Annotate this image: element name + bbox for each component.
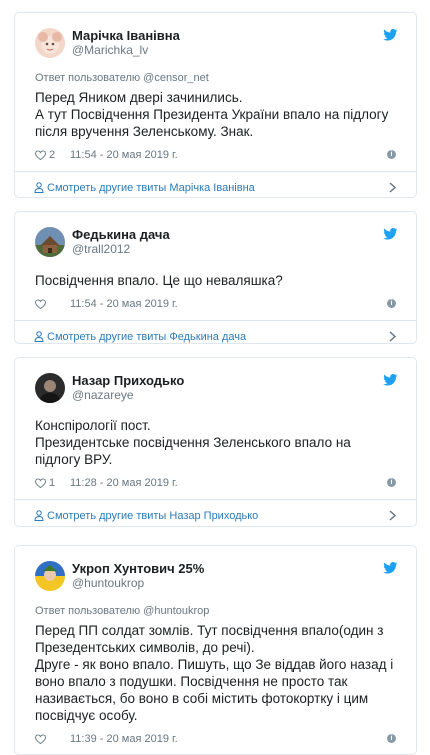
tweet-header: Назар Приходько @nazareye bbox=[35, 368, 396, 408]
like-count: 2 bbox=[49, 149, 56, 161]
twitter-bird-icon[interactable] bbox=[383, 228, 398, 240]
avatar[interactable] bbox=[35, 561, 65, 591]
tweet-header: Федькина дача @trall2012 bbox=[35, 222, 396, 262]
reply-context[interactable]: Ответ пользователю @censor_net bbox=[35, 71, 396, 85]
chevron-right-icon[interactable] bbox=[389, 182, 396, 193]
author-name[interactable]: Укроп Хунтович 25% bbox=[72, 561, 204, 576]
tweet-line: Посвідчення впало. Це що неваляшка? bbox=[35, 273, 283, 288]
more-tweets-label[interactable]: Смотреть другие твиты Марічка Іванівна bbox=[47, 182, 255, 194]
author-handle[interactable]: @huntoukrop bbox=[72, 576, 204, 591]
tweet-text: Посвідчення впало. Це що неваляшка? bbox=[35, 272, 396, 289]
tweet-text: Перед Яником двері зачинились. А тут Пос… bbox=[35, 89, 396, 140]
tweet-line: Президентське посвідчення Зеленського вп… bbox=[35, 435, 351, 467]
timestamp[interactable]: 11:39 - 20 мая 2019 г. bbox=[70, 733, 178, 745]
heart-icon[interactable] bbox=[35, 477, 46, 489]
tweet-line: Перед Яником двері зачинились. bbox=[35, 90, 243, 105]
tweet-line: Друге - як воно впало. Пишуть, що Зе від… bbox=[35, 657, 394, 723]
tweet-meta: 1 11:28 - 20 мая 2019 г. i bbox=[35, 475, 396, 491]
chevron-right-icon[interactable] bbox=[389, 331, 396, 342]
tweet-meta: 11:54 - 20 мая 2019 г. i bbox=[35, 296, 396, 312]
author-handle[interactable]: @nazareye bbox=[72, 388, 184, 403]
avatar[interactable] bbox=[35, 28, 65, 58]
author-name[interactable]: Федькина дача bbox=[72, 227, 170, 242]
tweet-meta: 2 11:54 - 20 мая 2019 г. i bbox=[35, 147, 396, 163]
twitter-bird-icon[interactable] bbox=[383, 562, 398, 574]
tweet-header: Укроп Хунтович 25% @huntoukrop bbox=[35, 556, 396, 596]
avatar[interactable] bbox=[35, 227, 65, 257]
more-tweets-label[interactable]: Смотреть другие твиты Назар Приходько bbox=[47, 510, 258, 522]
tweet-line: Конспірології пост. bbox=[35, 418, 151, 433]
author-handle[interactable]: @trall2012 bbox=[72, 242, 170, 257]
info-icon[interactable]: i bbox=[387, 478, 396, 487]
tweet-meta: 11:39 - 20 мая 2019 г. i bbox=[35, 731, 396, 747]
timestamp[interactable]: 11:28 - 20 мая 2019 г. bbox=[70, 477, 178, 489]
tweet-header: Марічка Іванівна @Marichka_lv bbox=[35, 23, 396, 63]
tweet-card: Назар Приходько @nazareye Конспірології … bbox=[14, 357, 417, 527]
person-icon bbox=[34, 510, 44, 521]
author-handle[interactable]: @Marichka_lv bbox=[72, 43, 180, 58]
twitter-bird-icon[interactable] bbox=[383, 29, 398, 41]
tweet-card: Укроп Хунтович 25% @huntoukrop Ответ пол… bbox=[14, 545, 417, 755]
tweet-text: Конспірології пост. Президентське посвід… bbox=[35, 417, 396, 468]
person-icon bbox=[34, 331, 44, 342]
person-icon bbox=[34, 182, 44, 193]
more-tweets-link[interactable]: Смотреть другие твиты Назар Приходько bbox=[15, 499, 416, 526]
heart-icon[interactable] bbox=[35, 298, 46, 310]
more-tweets-link[interactable]: Смотреть другие твиты Марічка Іванівна bbox=[15, 171, 416, 197]
info-icon[interactable]: i bbox=[387, 734, 396, 743]
reply-context[interactable]: Ответ пользователю @huntoukrop bbox=[35, 604, 396, 618]
chevron-right-icon[interactable] bbox=[389, 510, 396, 521]
like-count: 1 bbox=[49, 477, 56, 489]
avatar[interactable] bbox=[35, 373, 65, 403]
tweet-line: Перед ПП солдат зомлів. Тут посвідчення … bbox=[35, 623, 384, 655]
author-name[interactable]: Марічка Іванівна bbox=[72, 28, 180, 43]
twitter-bird-icon[interactable] bbox=[383, 374, 398, 386]
info-icon[interactable]: i bbox=[387, 299, 396, 308]
tweet-text: Перед ПП солдат зомлів. Тут посвідчення … bbox=[35, 622, 396, 724]
tweet-card: Федькина дача @trall2012 Посвідчення впа… bbox=[14, 211, 417, 344]
info-icon[interactable]: i bbox=[387, 150, 396, 159]
timestamp[interactable]: 11:54 - 20 мая 2019 г. bbox=[70, 149, 178, 161]
author-name[interactable]: Назар Приходько bbox=[72, 373, 184, 388]
more-tweets-link[interactable]: Смотреть другие твиты Федькина дача bbox=[15, 320, 416, 343]
heart-icon[interactable] bbox=[35, 149, 46, 161]
more-tweets-label[interactable]: Смотреть другие твиты Федькина дача bbox=[47, 331, 246, 343]
timestamp[interactable]: 11:54 - 20 мая 2019 г. bbox=[70, 298, 178, 310]
tweet-line: А тут Посвідчення Президента України впа… bbox=[35, 107, 389, 139]
tweet-card: Марічка Іванівна @Marichka_lv Ответ поль… bbox=[14, 12, 417, 198]
